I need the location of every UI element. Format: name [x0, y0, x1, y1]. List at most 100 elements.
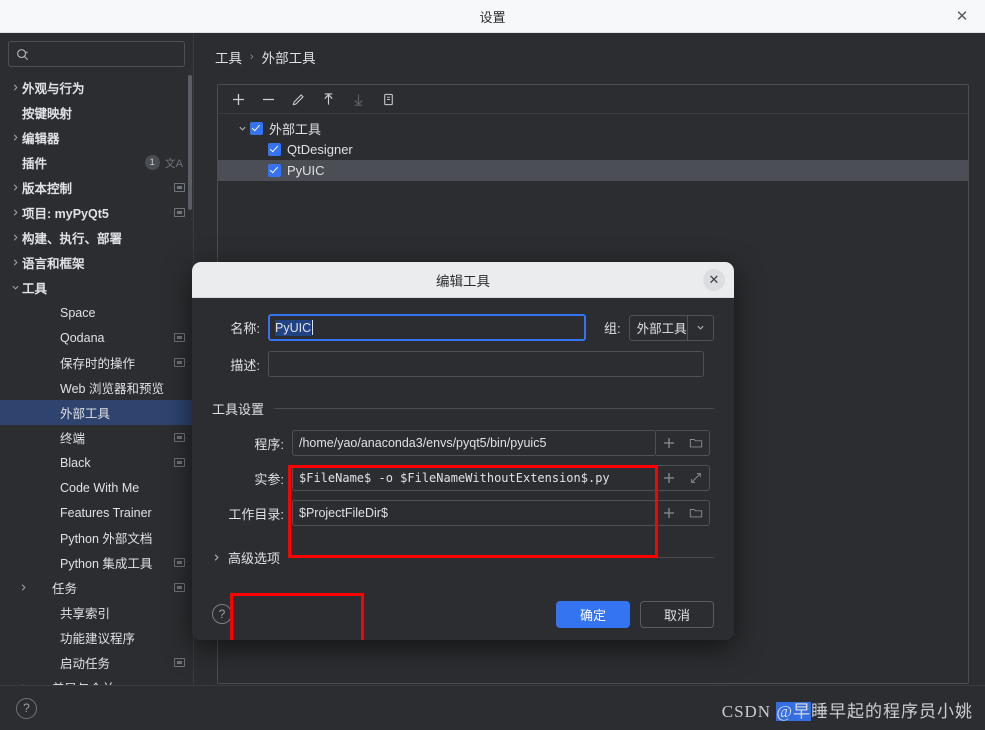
help-icon[interactable]: ? — [212, 604, 232, 624]
sidebar-item-label: Python 集成工具 — [60, 557, 153, 571]
tool-setting-label: 实参: — [254, 471, 284, 487]
tool-tree-row[interactable]: QtDesigner — [218, 139, 968, 160]
name-input[interactable]: PyUIC — [268, 314, 586, 341]
tool-tree-row[interactable]: PyUIC — [218, 160, 968, 181]
sidebar-item-11[interactable]: 保存时的操作 — [0, 350, 193, 375]
sidebar-item-label: Code With Me — [60, 480, 140, 495]
search-input[interactable] — [29, 42, 189, 66]
chevron-down-icon[interactable] — [234, 124, 250, 133]
sidebar-item-13[interactable]: 外部工具 — [0, 400, 193, 425]
settings-sidebar: 外观与行为 按键映射编辑器插件 1 文A 版本控制 项目: myPyQt5 构建、执行、部署… — [0, 33, 194, 685]
folder-icon[interactable] — [689, 506, 703, 520]
window-badge-icon — [174, 433, 185, 442]
insert-macro-button[interactable] — [662, 506, 676, 520]
description-input[interactable] — [268, 351, 704, 377]
sidebar-item-label: Qodana — [60, 330, 105, 345]
dialog-footer: ? 确定 取消 — [192, 588, 734, 640]
tool-checkbox[interactable] — [268, 164, 281, 177]
sidebar-item-label: 编辑器 — [22, 132, 60, 146]
sidebar-item-3[interactable]: 插件 1 文A — [0, 150, 193, 175]
cancel-button[interactable]: 取消 — [640, 600, 714, 628]
insert-macro-button[interactable] — [662, 471, 676, 485]
copy-tool-button[interactable] — [376, 87, 400, 111]
sidebar-item-24[interactable]: 差异与合并 — [0, 675, 193, 685]
sidebar-item-label: 构建、执行、部署 — [22, 232, 123, 246]
sidebar-item-10[interactable]: Qodana — [0, 325, 193, 350]
help-icon[interactable]: ? — [16, 697, 37, 719]
sidebar-item-8[interactable]: 工具 — [0, 275, 193, 300]
sidebar-item-1[interactable]: 按键映射 — [0, 100, 193, 125]
chevron-right-icon[interactable] — [8, 208, 22, 217]
tool-tree-label: QtDesigner — [287, 142, 353, 157]
advanced-options-toggle[interactable]: 高级选项 — [212, 548, 714, 567]
sidebar-item-2[interactable]: 编辑器 — [0, 125, 193, 150]
sidebar-item-23[interactable]: 启动任务 — [0, 650, 193, 675]
tool-setting-label: 程序: — [254, 436, 284, 452]
remove-tool-button[interactable] — [256, 87, 280, 111]
sidebar-item-label: 任务 — [52, 582, 78, 596]
search-container — [0, 33, 193, 71]
sidebar-item-21[interactable]: 共享索引 — [0, 600, 193, 625]
tool-setting-input[interactable]: $ProjectFileDir$ — [292, 500, 656, 526]
tool-tree-row[interactable]: 外部工具 — [218, 118, 968, 139]
tool-setting-buttons — [656, 430, 710, 456]
tool-tree-label: 外部工具 — [269, 122, 322, 137]
search-box[interactable] — [8, 41, 189, 67]
sidebar-item-15[interactable]: Black — [0, 450, 193, 475]
sidebar-item-label: 功能建议程序 — [60, 632, 136, 646]
sidebar-item-4[interactable]: 版本控制 — [0, 175, 193, 200]
sidebar-item-6[interactable]: 构建、执行、部署 — [0, 225, 193, 250]
advanced-divider — [292, 557, 714, 558]
sidebar-item-18[interactable]: Python 外部文档 — [0, 525, 193, 550]
sidebar-item-12[interactable]: Web 浏览器和预览 — [0, 375, 193, 400]
breadcrumb-parent[interactable]: 工具 — [215, 47, 242, 67]
folder-icon[interactable] — [689, 436, 703, 450]
window-badge-icon — [174, 333, 185, 342]
sidebar-item-5[interactable]: 项目: myPyQt5 — [0, 200, 193, 225]
sidebar-item-7[interactable]: 语言和框架 — [0, 250, 193, 275]
group-select[interactable]: 外部工具 — [628, 314, 714, 341]
edit-tool-button[interactable] — [286, 87, 310, 111]
close-icon[interactable]: ✕ — [703, 268, 725, 291]
name-input-value: PyUIC — [275, 319, 312, 336]
chevron-right-icon[interactable] — [8, 133, 22, 142]
window-badge-icon — [174, 183, 185, 192]
insert-macro-button[interactable] — [662, 436, 676, 450]
description-row: 描述: — [212, 351, 714, 377]
group-label: 组: — [604, 321, 621, 336]
chevron-right-icon[interactable] — [8, 183, 22, 192]
window-badge-icon — [174, 658, 185, 667]
sidebar-item-label: 共享索引 — [60, 607, 111, 621]
sidebar-item-label: Web 浏览器和预览 — [60, 382, 164, 396]
dialog-header: 编辑工具 ✕ — [192, 262, 734, 298]
sidebar-item-0[interactable]: 外观与行为 — [0, 75, 193, 100]
window-badge-icon — [174, 458, 185, 467]
sidebar-item-22[interactable]: 功能建议程序 — [0, 625, 193, 650]
group-select-value: 外部工具 — [636, 322, 687, 336]
chevron-right-icon[interactable] — [8, 258, 22, 267]
tool-checkbox[interactable] — [268, 143, 281, 156]
sidebar-item-20[interactable]: 任务 — [0, 575, 193, 600]
tool-checkbox[interactable] — [250, 122, 263, 135]
tool-setting-input[interactable]: $FileName$ -o $FileNameWithoutExtension$… — [292, 465, 656, 491]
sidebar-item-17[interactable]: Features Trainer — [0, 500, 193, 525]
sidebar-item-19[interactable]: Python 集成工具 — [0, 550, 193, 575]
sidebar-item-label: 工具 — [22, 282, 48, 296]
sidebar-item-16[interactable]: Code With Me — [0, 475, 193, 500]
ok-button[interactable]: 确定 — [556, 600, 630, 628]
move-up-button[interactable] — [316, 87, 340, 111]
tool-setting-input[interactable]: /home/yao/anaconda3/envs/pyqt5/bin/pyuic… — [292, 430, 656, 456]
chevron-right-icon[interactable] — [16, 583, 30, 592]
chevron-right-icon[interactable] — [8, 233, 22, 242]
sidebar-item-label: 启动任务 — [60, 657, 111, 671]
expand-icon[interactable] — [689, 471, 703, 485]
chevron-down-icon[interactable] — [8, 283, 22, 292]
tool-setting-row: 工作目录: $ProjectFileDir$ — [212, 500, 714, 526]
sidebar-scrollbar[interactable] — [188, 75, 192, 210]
sidebar-item-9[interactable]: Space — [0, 300, 193, 325]
add-tool-button[interactable] — [226, 87, 250, 111]
chevron-right-icon[interactable] — [8, 83, 22, 92]
close-icon[interactable]: ✕ — [951, 5, 973, 27]
sidebar-item-14[interactable]: 终端 — [0, 425, 193, 450]
window-badge-icon — [174, 208, 185, 217]
